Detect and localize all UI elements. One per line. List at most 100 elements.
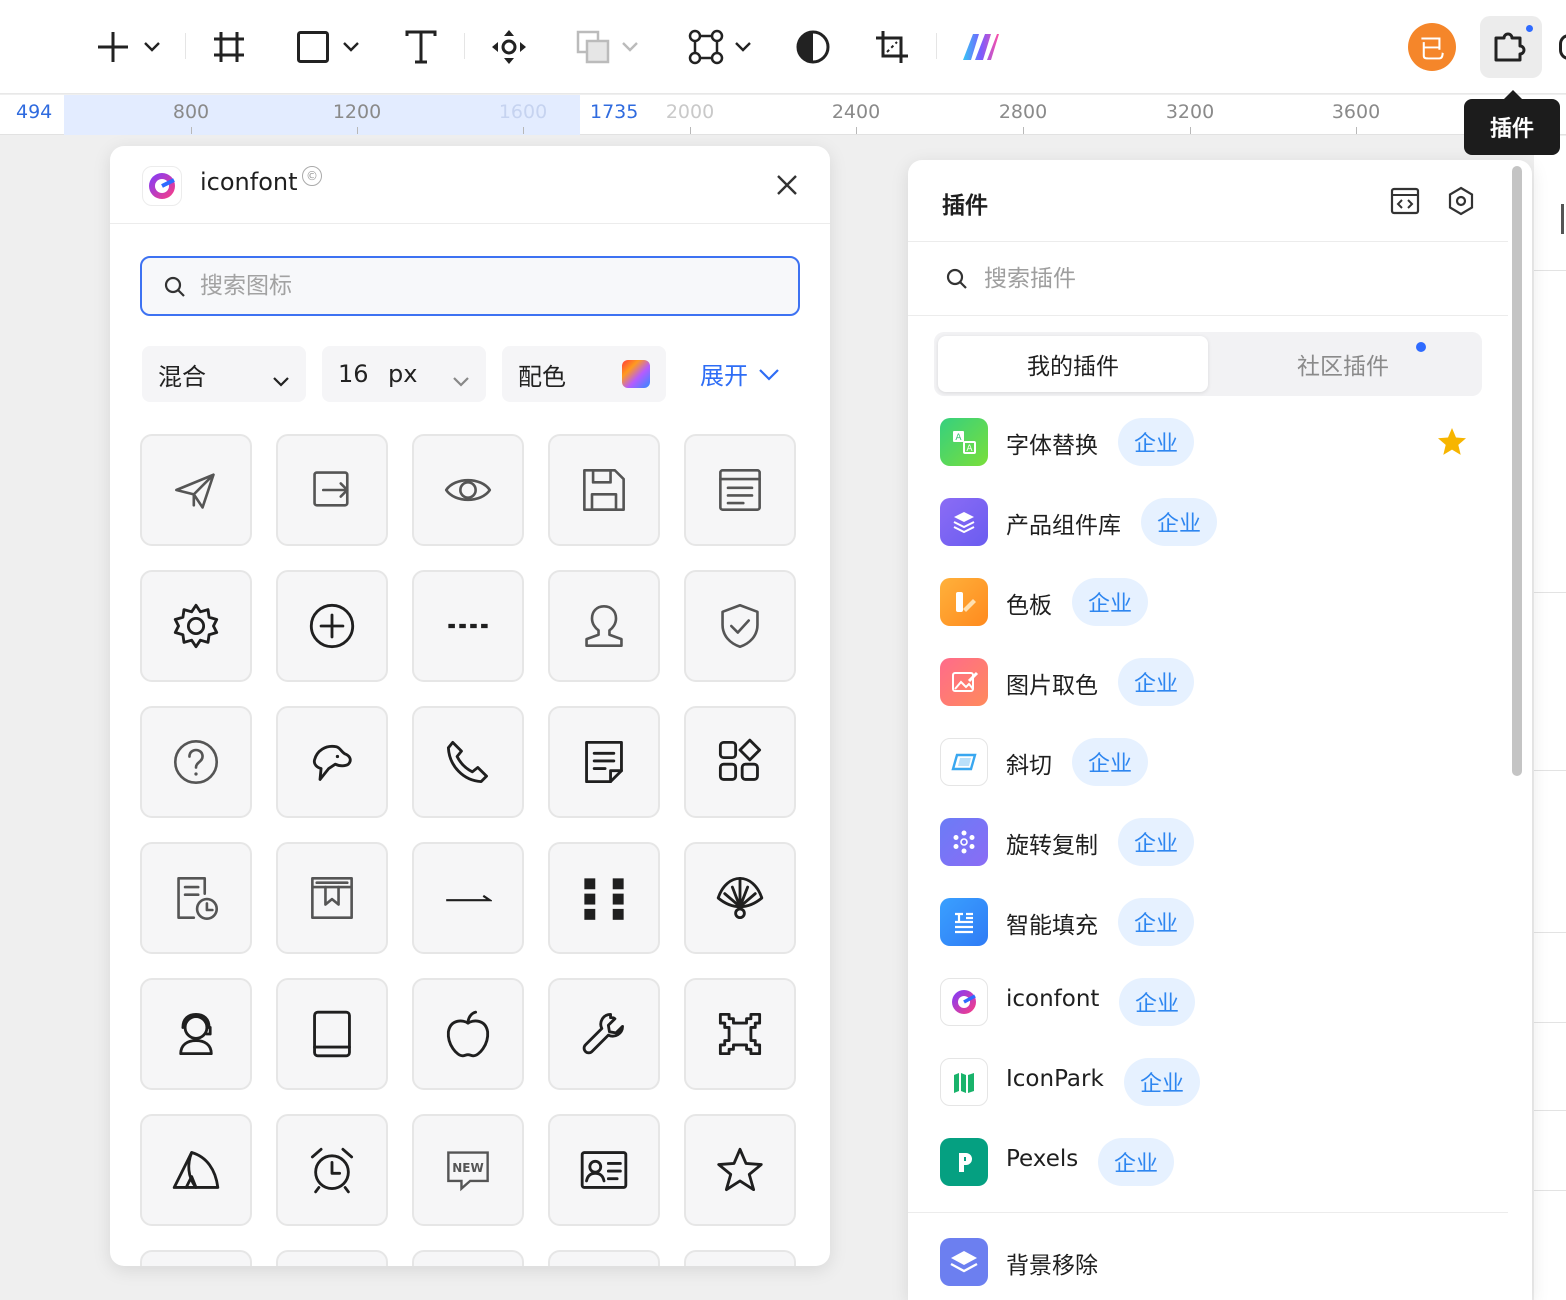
icon-tile[interactable]	[684, 842, 796, 954]
icon-tile[interactable]	[140, 842, 252, 954]
plugin-search-field[interactable]	[908, 242, 1508, 316]
icon-tile[interactable]	[684, 570, 796, 682]
new-badge-icon: NEW	[444, 1146, 492, 1194]
icon-search-input[interactable]	[200, 270, 780, 302]
canvas-divider	[1534, 1022, 1566, 1023]
ruler-tick	[357, 127, 358, 134]
crop-tool-button[interactable]	[872, 24, 912, 70]
vector-tool-button[interactable]	[682, 24, 758, 70]
add-tool-button[interactable]	[86, 24, 170, 70]
star-icon	[716, 1146, 764, 1194]
plugin-item[interactable]: 智能填充 企业	[938, 894, 1498, 950]
user-icon	[580, 602, 628, 650]
icon-tile[interactable]	[684, 706, 796, 818]
shape-tool-button[interactable]	[288, 24, 368, 70]
plugin-item[interactable]: 产品组件库 企业	[938, 494, 1498, 550]
icon-tile[interactable]	[548, 434, 660, 546]
svg-text:A: A	[966, 444, 973, 454]
dev-console-icon[interactable]	[1390, 186, 1420, 216]
ruler-tick	[856, 127, 857, 134]
icon-tile[interactable]	[548, 842, 660, 954]
icon-tile[interactable]	[412, 706, 524, 818]
icon-tile[interactable]	[412, 570, 524, 682]
settings-icon[interactable]	[1446, 186, 1476, 216]
tab-community-plugins[interactable]: 社区插件	[1208, 336, 1478, 392]
icon-tile[interactable]: NEW	[412, 1114, 524, 1226]
enterprise-badge: 企业	[1118, 818, 1195, 866]
icon-tile[interactable]	[276, 570, 388, 682]
icon-tile[interactable]	[276, 434, 388, 546]
apps-icon	[716, 738, 764, 786]
plugin-item[interactable]: A A 字体替换 企业	[938, 414, 1498, 470]
icon-tile[interactable]	[276, 706, 388, 818]
plugin-item[interactable]: 斜切 企业	[938, 734, 1498, 790]
user-avatar[interactable]: 已	[1408, 23, 1456, 71]
icon-tile[interactable]	[276, 1114, 388, 1226]
more-icon[interactable]	[1559, 34, 1566, 60]
icon-tile[interactable]	[140, 570, 252, 682]
plugins-button[interactable]	[1480, 16, 1542, 78]
close-icon[interactable]	[774, 172, 800, 198]
icon-tile[interactable]	[412, 1250, 524, 1266]
text-tool-button[interactable]	[402, 24, 440, 70]
toolbar-divider	[185, 33, 186, 59]
ruler-label: 1600	[498, 101, 548, 123]
ruler-label: 800	[172, 101, 210, 123]
tab-my-plugins[interactable]: 我的插件	[938, 336, 1208, 392]
icon-tile[interactable]	[140, 706, 252, 818]
expand-button[interactable]: 展开	[700, 356, 780, 391]
plugin-item[interactable]: Pexels 企业	[938, 1134, 1498, 1190]
copyright-icon: ©	[302, 166, 322, 186]
icon-tile[interactable]	[548, 706, 660, 818]
icon-tile[interactable]	[548, 570, 660, 682]
plugin-item[interactable]: 图片取色 企业	[938, 654, 1498, 710]
shield-check-icon	[716, 602, 764, 650]
icon-tile[interactable]	[548, 978, 660, 1090]
icon-tile[interactable]	[684, 1250, 796, 1266]
icon-tile[interactable]	[548, 1250, 660, 1266]
icon-tile[interactable]	[140, 1250, 252, 1266]
plugin-item[interactable]: 背景移除	[938, 1234, 1498, 1290]
icon-tile[interactable]	[684, 978, 796, 1090]
ai-tool-button[interactable]	[960, 24, 1002, 70]
boolean-tool-button[interactable]	[568, 24, 646, 70]
puzzle-icon	[1492, 26, 1530, 68]
size-select[interactable]: 16 px	[322, 346, 486, 402]
icon-tile[interactable]	[140, 1114, 252, 1226]
customer-service-icon	[172, 1010, 220, 1058]
plugin-item[interactable]: 旋转复制 企业	[938, 814, 1498, 870]
icon-tile[interactable]	[548, 1114, 660, 1226]
enterprise-badge: 企业	[1118, 898, 1195, 946]
color-select[interactable]: 配色	[502, 346, 666, 402]
plugin-item[interactable]: IconPark 企业	[938, 1054, 1498, 1110]
icon-tile[interactable]	[276, 978, 388, 1090]
icon-tile[interactable]	[684, 434, 796, 546]
mode-select[interactable]: 混合	[142, 346, 306, 402]
component-tool-button[interactable]	[488, 24, 530, 70]
component-library-icon	[940, 498, 988, 546]
icon-tile[interactable]	[140, 978, 252, 1090]
ruler-tick	[1023, 127, 1024, 134]
plugin-name: 背景移除	[1006, 1253, 1098, 1279]
plugin-item[interactable]: 色板 企业	[938, 574, 1498, 630]
mask-tool-button[interactable]	[794, 24, 832, 70]
frame-tool-button[interactable]	[208, 24, 250, 70]
icon-tile[interactable]	[412, 434, 524, 546]
plugin-item[interactable]: iconfont 企业	[938, 974, 1498, 1030]
plugin-tabs: 我的插件 社区插件	[934, 332, 1482, 396]
alarm-clock-icon	[308, 1146, 356, 1194]
icon-search-field[interactable]	[140, 256, 800, 316]
ruler-tick	[1356, 127, 1357, 134]
icon-tile[interactable]	[140, 434, 252, 546]
scrollbar-thumb[interactable]	[1512, 166, 1522, 776]
star-filled-icon[interactable]	[1436, 426, 1468, 462]
frame-icon	[212, 30, 246, 64]
plugin-search-input[interactable]	[984, 262, 1464, 296]
icon-tile[interactable]	[276, 842, 388, 954]
icon-tile[interactable]	[684, 1114, 796, 1226]
svg-text:A: A	[955, 433, 962, 443]
icon-tile[interactable]	[276, 1250, 388, 1266]
icon-tile[interactable]	[412, 978, 524, 1090]
plugins-header: 插件	[908, 160, 1508, 242]
icon-tile[interactable]	[412, 842, 524, 954]
